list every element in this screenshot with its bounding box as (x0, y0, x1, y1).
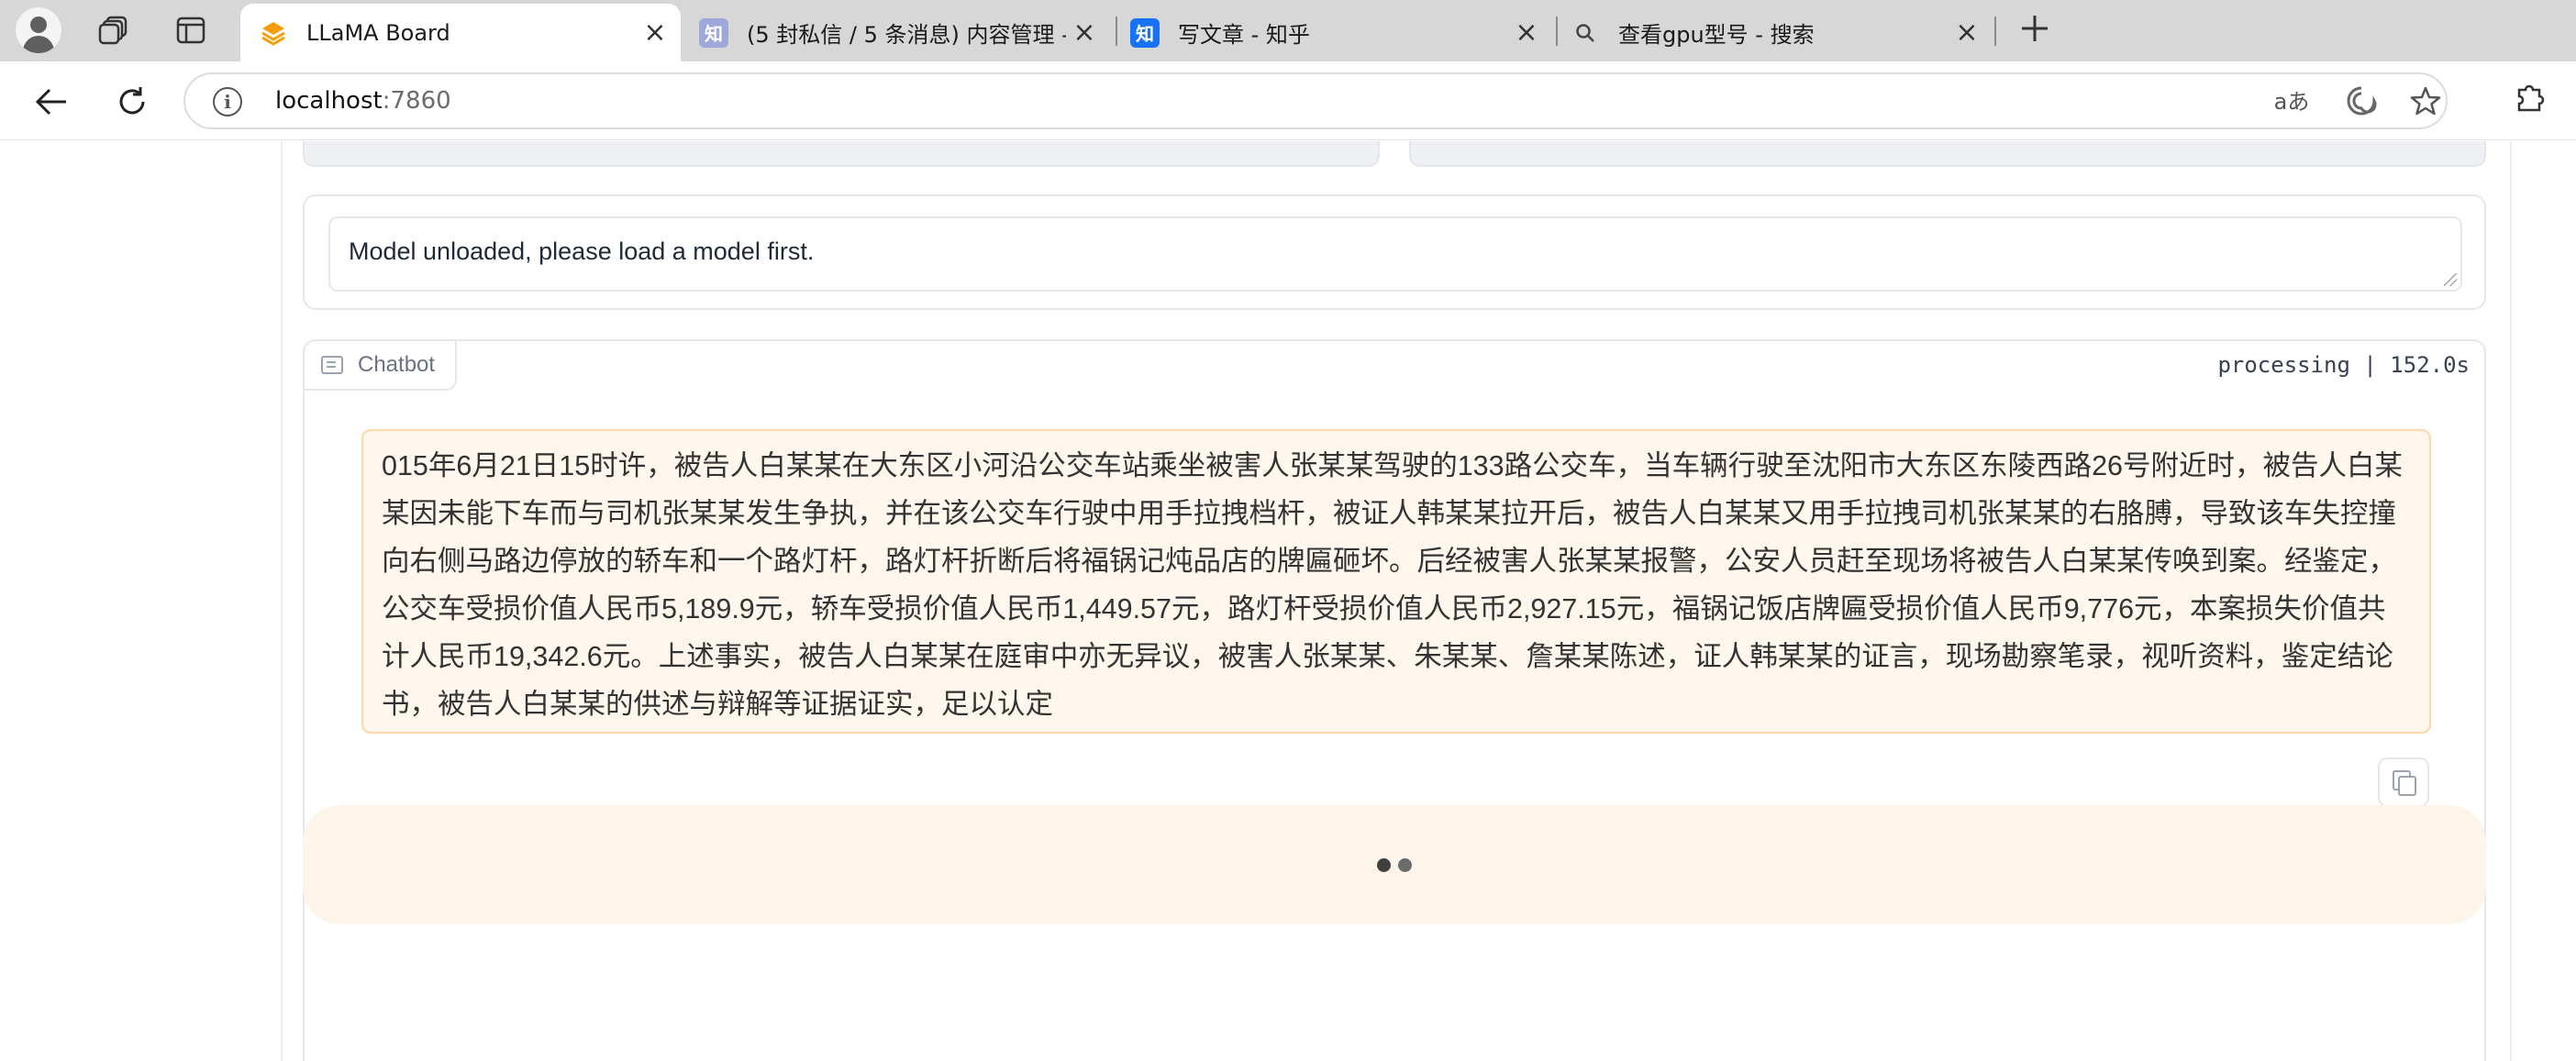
tab-title: 查看gpu型号 - 搜索 (1618, 22, 1815, 48)
tab-search-gpu[interactable]: 查看gpu型号 - 搜索 × (1552, 4, 1993, 61)
chatbot-label-text: Chatbot (358, 352, 436, 377)
processing-status: processing | 152.0s (2217, 352, 2470, 378)
workspaces-icon (98, 16, 128, 45)
back-button[interactable] (28, 78, 75, 126)
close-tab-icon[interactable]: × (1066, 17, 1103, 49)
loading-dot-icon (1398, 857, 1412, 872)
url-text: localhost:7860 (275, 87, 451, 115)
profile-button[interactable] (13, 6, 64, 55)
resize-handle-icon[interactable] (2444, 273, 2457, 286)
page-content: Model unloaded, please load a model firs… (0, 141, 2576, 1061)
browser-toolbar: i localhost:7860 aあ (0, 61, 2576, 140)
browser-tab-strip: LLaMA Board × 知 (5 封私信 / 5 条消息) 内容管理 - 知… (0, 0, 2576, 61)
edge-copilot-icon[interactable] (2343, 85, 2380, 118)
zhihu-icon: 知 (1130, 17, 1160, 48)
zhihu-icon: 知 (699, 17, 728, 48)
llama-board-icon (259, 18, 288, 48)
profile-avatar-icon (16, 7, 61, 53)
tab-separator (1994, 17, 1996, 46)
chatbot-panel: Chatbot processing | 152.0s 015年6月21日15时… (303, 339, 2486, 1061)
loading-dot-icon (1377, 857, 1391, 872)
workspaces-button[interactable] (88, 6, 139, 55)
read-aloud-icon[interactable]: aあ (2273, 85, 2310, 118)
chatbot-label: Chatbot (303, 339, 458, 391)
close-tab-icon[interactable]: × (637, 17, 673, 49)
site-info-icon[interactable]: i (213, 87, 242, 116)
sidebar-divider (281, 141, 283, 1061)
copy-button[interactable] (2378, 757, 2429, 807)
vertical-tabs-icon (176, 17, 205, 44)
assistant-message-pending (303, 805, 2486, 924)
tab-actions-button[interactable] (165, 6, 217, 55)
search-icon (1571, 18, 1600, 48)
info-panel: Model unloaded, please load a model firs… (303, 194, 2486, 310)
user-message: 015年6月21日15时许，被告人白某某在大东区小河沿公交车站乘坐被害人张某某驾… (361, 429, 2431, 734)
action-button-partial[interactable] (1409, 141, 2486, 167)
reload-icon (119, 87, 145, 115)
reload-button[interactable] (108, 78, 156, 126)
plus-icon (2022, 16, 2048, 41)
sidebar-divider (2510, 141, 2512, 1061)
close-tab-icon[interactable]: × (1508, 17, 1545, 49)
tab-title: 写文章 - 知乎 (1178, 22, 1310, 48)
tab-llama-board[interactable]: LLaMA Board × (240, 4, 681, 61)
close-tab-icon[interactable]: × (1949, 17, 1985, 49)
tab-zhihu-content[interactable]: 知 (5 封私信 / 5 条消息) 内容管理 - 知乎 × (681, 4, 1110, 61)
back-arrow-icon (35, 88, 66, 116)
chat-icon (321, 356, 343, 374)
tab-title: (5 封私信 / 5 条消息) 内容管理 - 知乎 (747, 22, 1066, 48)
tab-zhihu-write[interactable]: 知 写文章 - 知乎 × (1112, 4, 1552, 61)
action-button-partial[interactable] (303, 141, 1380, 167)
address-bar[interactable]: i localhost:7860 aあ (183, 72, 2448, 129)
info-message: Model unloaded, please load a model firs… (349, 238, 815, 265)
info-textbox[interactable]: Model unloaded, please load a model firs… (328, 216, 2462, 292)
extensions-button[interactable] (2506, 78, 2554, 126)
puzzle-icon (2517, 84, 2545, 112)
new-tab-button[interactable] (2009, 7, 2060, 55)
favorite-star-icon[interactable] (2407, 85, 2444, 118)
tab-title: LLaMA Board (306, 19, 450, 46)
